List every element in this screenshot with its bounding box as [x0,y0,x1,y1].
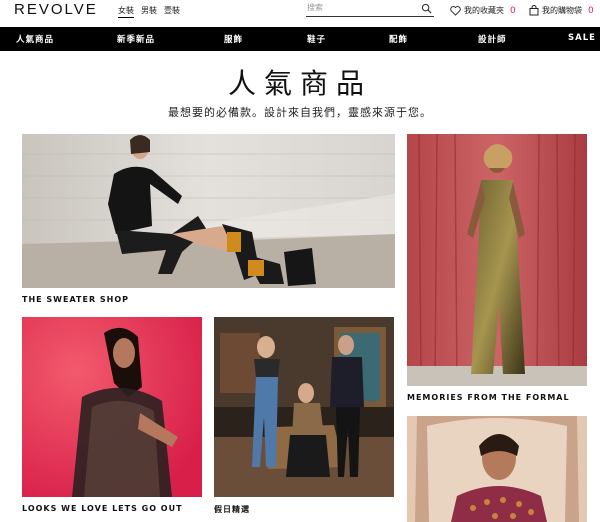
revolve-logo[interactable]: REVOLVE [14,1,98,18]
nav-new-arrivals[interactable]: 新季新品 [117,33,155,45]
tile-caption-formal[interactable]: MEMORIES FROM THE FORMAL [407,393,570,402]
bag-link[interactable]: 我的購物袋 0 [529,5,594,16]
nav-sale[interactable]: SALE [568,33,596,43]
nav-popular[interactable]: 人氣商品 [16,33,54,45]
nav-clothing[interactable]: 服飾 [224,33,243,45]
formal-image[interactable] [407,134,587,386]
tile-caption-holiday-picks[interactable]: 假日精選 [214,504,250,515]
wishlist-label: 我的收藏夾 [464,6,504,15]
bag-count: 0 [588,5,594,16]
holiday-picks-image[interactable] [214,317,394,497]
lets-go-out-image[interactable] [22,317,202,497]
nav-accessories[interactable]: 配飾 [389,33,408,45]
shopping-bag-icon [529,5,539,16]
nav-shoes[interactable]: 鞋子 [307,33,326,45]
main-nav: 人氣商品 新季新品 服飾 鞋子 配飾 設計師 SALE [0,27,600,51]
tab-women[interactable]: 女裝 [118,5,134,18]
tab-men[interactable]: 男裝 [141,5,157,16]
nav-designers[interactable]: 設計師 [478,33,507,45]
wishlist-link[interactable]: 我的收藏夾 0 [450,5,516,16]
utility-bar: REVOLVE 女裝 男裝 壹裝 我的收藏夾 0 我的購物袋 0 [0,0,600,26]
tile-caption-lets-go-out[interactable]: LOOKS WE LOVE LETS GO OUT [22,504,183,513]
search-icon[interactable] [421,3,432,14]
tab-other[interactable]: 壹裝 [164,5,180,16]
wishlist-count: 0 [510,5,516,16]
search-box [306,2,434,17]
featured-image-5[interactable] [407,416,587,522]
tile-caption-sweater-shop[interactable]: THE SWEATER SHOP [22,295,129,304]
search-input[interactable] [307,3,415,12]
heart-icon [450,5,461,16]
page-title: 人氣商品 [227,67,372,100]
sweater-shop-image[interactable] [22,134,395,288]
bag-label: 我的購物袋 [542,6,582,15]
page-subtitle: 最想要的必備款。設計來自我們，靈感來源于您。 [168,106,432,119]
